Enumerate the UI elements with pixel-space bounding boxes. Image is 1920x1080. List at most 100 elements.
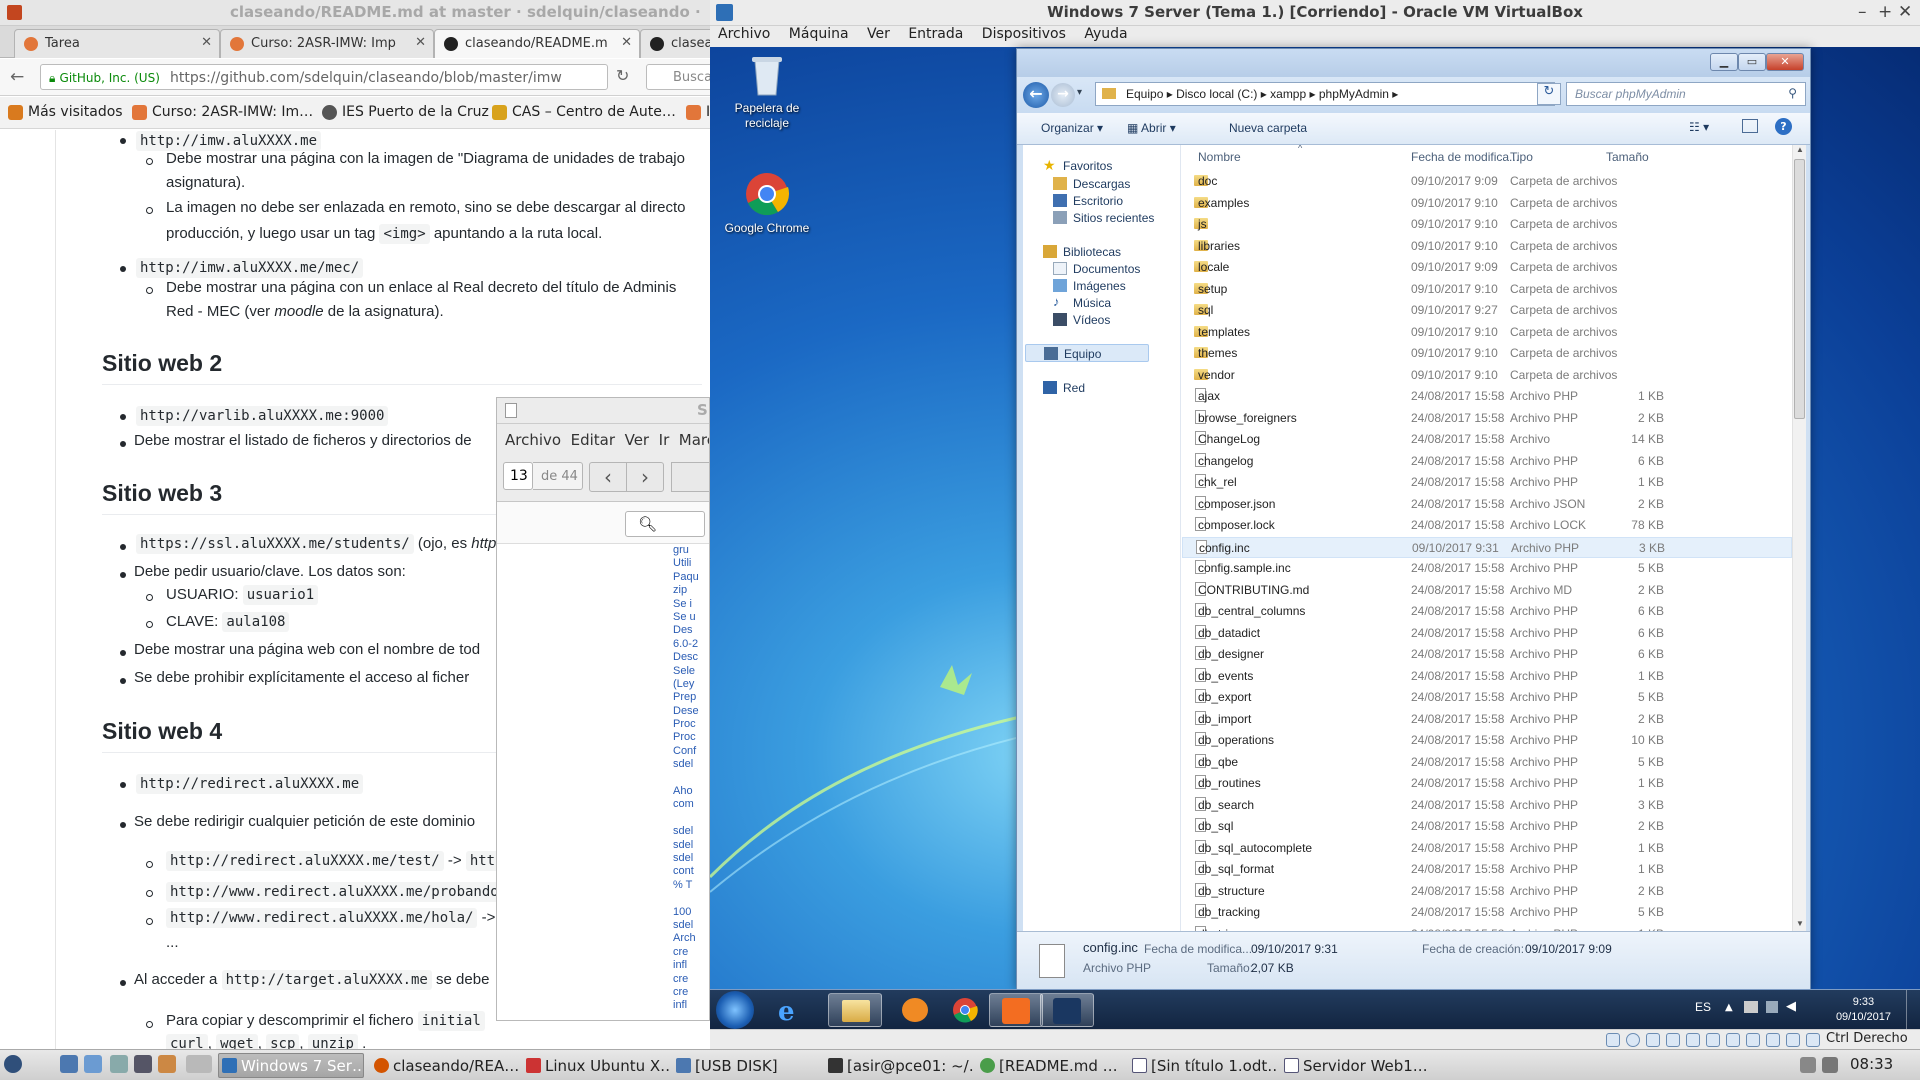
guest-clock[interactable]: 9:33 09/10/2017 [1836, 995, 1891, 1025]
file-row[interactable]: db_export 24/08/2017 15:58 Archivo PHP 5 KB [1182, 687, 1792, 708]
file-row[interactable]: db_tracking 24/08/2017 15:58 Archivo PHP 5 … [1182, 902, 1792, 923]
file-row[interactable]: CONTRIBUTING.md 24/08/2017 15:58 Archivo M… [1182, 580, 1792, 601]
previous-page-icon[interactable]: ‹ [589, 462, 627, 492]
host-task-terminal[interactable]: [asir@pce01: ~/… [824, 1053, 974, 1078]
quicklaunch-app-icon[interactable] [158, 1055, 176, 1073]
host-task-virtualbox[interactable]: Windows 7 Ser… [218, 1053, 364, 1078]
file-row[interactable]: db_designer 24/08/2017 15:58 Archivo PHP 6 … [1182, 644, 1792, 665]
file-row[interactable]: templates 09/10/2017 9:10 Carpeta de archi… [1182, 322, 1792, 343]
menu-ver[interactable]: Ver [625, 431, 650, 449]
page-number-input[interactable]: 13 [503, 462, 533, 490]
file-row[interactable]: vendor 09/10/2017 9:10 Carpeta de archivos [1182, 365, 1792, 386]
close-tab-icon[interactable]: ✕ [201, 35, 212, 50]
quicklaunch-folder-icon[interactable] [110, 1055, 128, 1073]
desktop-icon-chrome[interactable]: Google Chrome [722, 171, 812, 236]
display-icon[interactable] [1726, 1033, 1740, 1047]
file-row[interactable]: db_import 24/08/2017 15:58 Archivo PHP 2 KB [1182, 709, 1792, 730]
keyboard-icon[interactable] [1806, 1033, 1820, 1047]
taskbar-xampp[interactable] [989, 993, 1043, 1027]
breadcrumb-phpmyadmin[interactable]: phpMyAdmin [1319, 87, 1389, 101]
file-row[interactable]: locale 09/10/2017 9:09 Carpeta de archivos [1182, 257, 1792, 278]
language-indicator[interactable]: ES [1695, 1000, 1711, 1014]
host-task-writer[interactable]: [Sin título 1.odt… [1128, 1053, 1278, 1078]
file-row[interactable]: db_operations 24/08/2017 15:58 Archivo PHP… [1182, 730, 1792, 751]
quicklaunch-placeholder-icon[interactable] [186, 1055, 212, 1073]
back-arrow-icon[interactable]: ← [10, 67, 24, 87]
start-menu-icon[interactable] [4, 1055, 22, 1073]
nav-videos[interactable]: Vídeos [1023, 311, 1181, 329]
vb-menu-archivo[interactable]: Archivo [718, 26, 770, 42]
minimize-icon[interactable]: ▁ [1710, 53, 1738, 71]
back-icon[interactable]: ← [1023, 82, 1049, 108]
scroll-thumb[interactable] [1794, 159, 1805, 419]
quicklaunch-terminal-icon[interactable] [134, 1055, 152, 1073]
usb-icon[interactable] [1686, 1033, 1700, 1047]
file-row[interactable]: sql 09/10/2017 9:27 Carpeta de archivos [1182, 300, 1792, 321]
file-list-scrollbar[interactable]: ▲ ▼ [1792, 145, 1806, 931]
minimize-icon[interactable]: – [1858, 2, 1867, 22]
bookmark-curso[interactable]: Curso: 2ASR-IMW: Im… [130, 104, 313, 120]
file-row[interactable]: db_sql_format 24/08/2017 15:58 Archivo PHP… [1182, 859, 1792, 880]
menu-archivo[interactable]: Archivo [505, 431, 561, 449]
file-row[interactable]: chk_rel 24/08/2017 15:58 Archivo PHP 1 KB [1182, 472, 1792, 493]
menu-editar[interactable]: Editar [571, 431, 615, 449]
breadcrumb-equipo[interactable]: Equipo [1126, 87, 1163, 101]
bookmark-ies[interactable]: IES Puerto de la Cruz [320, 104, 489, 120]
file-row[interactable]: db_sql 24/08/2017 15:58 Archivo PHP 2 KB [1182, 816, 1792, 837]
file-row[interactable]: libraries 09/10/2017 9:10 Carpeta de archi… [1182, 236, 1792, 257]
vb-menu-entrada[interactable]: Entrada [908, 26, 963, 42]
column-date[interactable]: Fecha de modifica... [1411, 150, 1519, 164]
file-row[interactable]: db_datadict 24/08/2017 15:58 Archivo PHP 6 … [1182, 623, 1792, 644]
vb-menu-ver[interactable]: Ver [867, 26, 890, 42]
bookmark-cas[interactable]: CAS – Centro de Aute… [490, 104, 676, 120]
tab-claseando[interactable]: clasea [640, 29, 710, 58]
nav-red[interactable]: Red [1023, 379, 1181, 397]
file-row[interactable]: db_structure 24/08/2017 15:58 Archivo PHP 2… [1182, 881, 1792, 902]
quicklaunch-files-icon[interactable] [60, 1055, 78, 1073]
menu-ir[interactable]: Ir [659, 431, 670, 449]
file-row[interactable]: examples 09/10/2017 9:10 Carpeta de archiv… [1182, 193, 1792, 214]
open-button[interactable]: ▦ Abrir ▾ [1127, 121, 1176, 135]
host-task-firefox[interactable]: claseando/REA… [370, 1053, 520, 1078]
file-row[interactable]: browse_foreigners 24/08/2017 15:58 Archivo… [1182, 408, 1792, 429]
close-tab-icon[interactable]: ✕ [621, 35, 632, 50]
taskbar-media-player[interactable] [888, 993, 942, 1027]
show-desktop-button[interactable] [1906, 990, 1920, 1030]
nav-escritorio[interactable]: Escritorio [1023, 192, 1181, 210]
mouse-integration-icon[interactable] [1786, 1033, 1800, 1047]
vb-menu-ayuda[interactable]: Ayuda [1084, 26, 1127, 42]
taskbar-chrome[interactable] [938, 993, 992, 1027]
start-button[interactable] [716, 991, 754, 1029]
maximize-icon[interactable]: + [1878, 2, 1892, 22]
scroll-up-icon[interactable]: ▲ [1796, 145, 1804, 154]
file-row[interactable]: db_routines 24/08/2017 15:58 Archivo PHP 1 … [1182, 773, 1792, 794]
file-row[interactable]: composer.json 24/08/2017 15:58 Archivo JSO… [1182, 494, 1792, 515]
column-size[interactable]: Tamaño [1606, 150, 1649, 164]
column-name[interactable]: Nombre [1198, 150, 1241, 164]
vb-menu-maquina[interactable]: Máquina [789, 26, 849, 42]
file-row[interactable]: composer.lock 24/08/2017 15:58 Archivo LOC… [1182, 515, 1792, 536]
audio-icon[interactable] [1646, 1033, 1660, 1047]
file-row[interactable]: db_search 24/08/2017 15:58 Archivo PHP 3 KB [1182, 795, 1792, 816]
column-type[interactable]: Tipo [1510, 150, 1533, 164]
tab-readme[interactable]: claseando/README.m ✕ [434, 29, 640, 58]
host-task-servidor[interactable]: Servidor Web1.… [1280, 1053, 1430, 1078]
file-row[interactable]: db_qbe 24/08/2017 15:58 Archivo PHP 5 KB [1182, 752, 1792, 773]
file-row[interactable]: db_triggers24/08/2017 15:58Archivo PHP1 … [1182, 924, 1792, 931]
host-clock[interactable]: 08:33 [1850, 1055, 1893, 1073]
file-row[interactable]: db_sql_autocomplete 24/08/2017 15:58 Archi… [1182, 838, 1792, 859]
help-icon[interactable]: ? [1775, 118, 1792, 135]
next-page-icon[interactable]: › [626, 462, 664, 492]
refresh-icon[interactable]: ↻ [1537, 83, 1561, 105]
file-row[interactable]: db_events 24/08/2017 15:58 Archivo PHP 1 KB [1182, 666, 1792, 687]
vb-menu-dispositivos[interactable]: Dispositivos [982, 26, 1066, 42]
view-options-icon[interactable]: ☷ ▾ [1689, 120, 1709, 134]
network-tray-icon[interactable] [1766, 1001, 1778, 1013]
nav-bibliotecas[interactable]: Bibliotecas [1023, 243, 1181, 261]
file-row[interactable]: doc 09/10/2017 9:09 Carpeta de archivos [1182, 171, 1792, 192]
nav-imagenes[interactable]: Imágenes [1023, 277, 1181, 295]
tray-expand-icon[interactable]: ▲ [1725, 1002, 1733, 1013]
taskbar-ie[interactable]: e [764, 993, 818, 1027]
search-box[interactable]: Busca [646, 64, 710, 90]
new-folder-button[interactable]: Nueva carpeta [1229, 121, 1307, 135]
